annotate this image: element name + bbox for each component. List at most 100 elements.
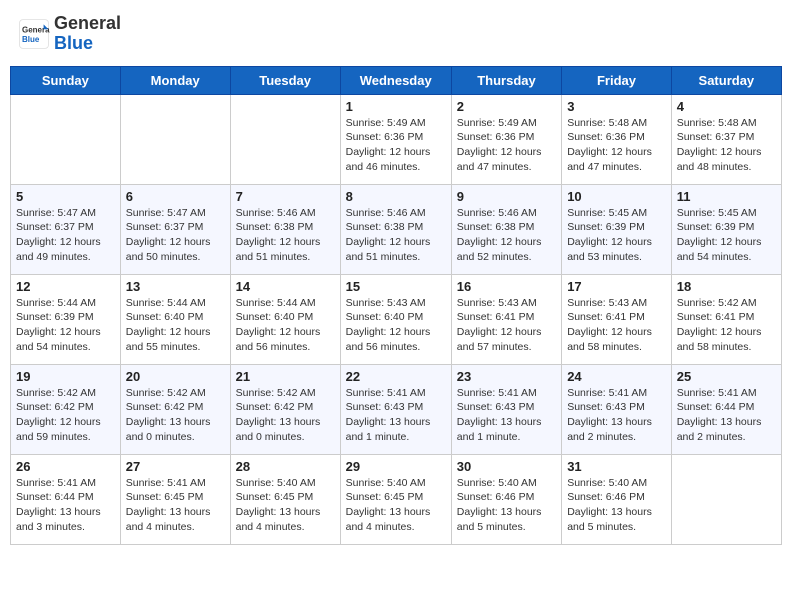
- day-number: 19: [16, 369, 115, 384]
- calendar-cell: 15 Sunrise: 5:43 AMSunset: 6:40 PMDayligh…: [340, 274, 451, 364]
- calendar-table: SundayMondayTuesdayWednesdayThursdayFrid…: [10, 66, 782, 545]
- week-row-1: 1 Sunrise: 5:49 AMSunset: 6:36 PMDaylight…: [11, 94, 782, 184]
- day-number: 4: [677, 99, 776, 114]
- header-row: SundayMondayTuesdayWednesdayThursdayFrid…: [11, 66, 782, 94]
- day-number: 20: [126, 369, 225, 384]
- day-info: Sunrise: 5:47 AMSunset: 6:37 PMDaylight:…: [126, 206, 225, 265]
- calendar-cell: 3 Sunrise: 5:48 AMSunset: 6:36 PMDaylight…: [562, 94, 672, 184]
- day-info: Sunrise: 5:48 AMSunset: 6:36 PMDaylight:…: [567, 116, 666, 175]
- day-number: 12: [16, 279, 115, 294]
- day-number: 31: [567, 459, 666, 474]
- calendar-cell: 25 Sunrise: 5:41 AMSunset: 6:44 PMDayligh…: [671, 364, 781, 454]
- svg-text:Blue: Blue: [22, 35, 40, 44]
- calendar-cell: 13Sunrise: 5:44 AMSunset: 6:40 PMDayligh…: [120, 274, 230, 364]
- day-number: 14: [236, 279, 335, 294]
- week-row-4: 19 Sunrise: 5:42 AMSunset: 6:42 PMDayligh…: [11, 364, 782, 454]
- day-number: 23: [457, 369, 556, 384]
- day-number: 8: [346, 189, 446, 204]
- day-number: 29: [346, 459, 446, 474]
- logo: General Blue General Blue: [18, 14, 121, 54]
- day-number: 17: [567, 279, 666, 294]
- calendar-cell: 4Sunrise: 5:48 AMSunset: 6:37 PMDaylight…: [671, 94, 781, 184]
- day-info: Sunrise: 5:46 AMSunset: 6:38 PMDaylight:…: [346, 206, 446, 265]
- calendar-cell: 10 Sunrise: 5:45 AMSunset: 6:39 PMDayligh…: [562, 184, 672, 274]
- day-number: 11: [677, 189, 776, 204]
- day-info: Sunrise: 5:41 AMSunset: 6:43 PMDaylight:…: [567, 386, 666, 445]
- day-info: Sunrise: 5:41 AMSunset: 6:43 PMDaylight:…: [346, 386, 446, 445]
- day-info: Sunrise: 5:44 AMSunset: 6:39 PMDaylight:…: [16, 296, 115, 355]
- day-info: Sunrise: 5:43 AMSunset: 6:41 PMDaylight:…: [457, 296, 556, 355]
- logo-text: General Blue: [54, 14, 121, 54]
- day-number: 16: [457, 279, 556, 294]
- day-info: Sunrise: 5:47 AMSunset: 6:37 PMDaylight:…: [16, 206, 115, 265]
- day-info: Sunrise: 5:49 AMSunset: 6:36 PMDaylight:…: [457, 116, 556, 175]
- day-info: Sunrise: 5:41 AMSunset: 6:45 PMDaylight:…: [126, 476, 225, 535]
- day-info: Sunrise: 5:40 AMSunset: 6:45 PMDaylight:…: [236, 476, 335, 535]
- day-info: Sunrise: 5:42 AMSunset: 6:42 PMDaylight:…: [16, 386, 115, 445]
- day-number: 24: [567, 369, 666, 384]
- day-header-monday: Monday: [120, 66, 230, 94]
- calendar-cell: 23 Sunrise: 5:41 AMSunset: 6:43 PMDayligh…: [451, 364, 561, 454]
- logo-icon: General Blue: [18, 18, 50, 50]
- day-number: 15: [346, 279, 446, 294]
- day-info: Sunrise: 5:46 AMSunset: 6:38 PMDaylight:…: [457, 206, 556, 265]
- calendar-cell: 6Sunrise: 5:47 AMSunset: 6:37 PMDaylight…: [120, 184, 230, 274]
- day-number: 28: [236, 459, 335, 474]
- day-number: 26: [16, 459, 115, 474]
- day-info: Sunrise: 5:43 AMSunset: 6:41 PMDaylight:…: [567, 296, 666, 355]
- calendar-cell: 17 Sunrise: 5:43 AMSunset: 6:41 PMDayligh…: [562, 274, 672, 364]
- day-info: Sunrise: 5:41 AMSunset: 6:44 PMDaylight:…: [677, 386, 776, 445]
- calendar-cell: 16 Sunrise: 5:43 AMSunset: 6:41 PMDayligh…: [451, 274, 561, 364]
- day-number: 27: [126, 459, 225, 474]
- day-number: 18: [677, 279, 776, 294]
- day-info: Sunrise: 5:45 AMSunset: 6:39 PMDaylight:…: [567, 206, 666, 265]
- day-info: Sunrise: 5:42 AMSunset: 6:42 PMDaylight:…: [236, 386, 335, 445]
- day-info: Sunrise: 5:40 AMSunset: 6:46 PMDaylight:…: [457, 476, 556, 535]
- page-header: General Blue General Blue: [10, 10, 782, 58]
- calendar-cell: 24 Sunrise: 5:41 AMSunset: 6:43 PMDayligh…: [562, 364, 672, 454]
- day-number: 2: [457, 99, 556, 114]
- calendar-cell: 9 Sunrise: 5:46 AMSunset: 6:38 PMDaylight…: [451, 184, 561, 274]
- calendar-cell: 7Sunrise: 5:46 AMSunset: 6:38 PMDaylight…: [230, 184, 340, 274]
- calendar-cell: [671, 454, 781, 544]
- day-info: Sunrise: 5:41 AMSunset: 6:44 PMDaylight:…: [16, 476, 115, 535]
- day-info: Sunrise: 5:40 AMSunset: 6:46 PMDaylight:…: [567, 476, 666, 535]
- calendar-cell: 20 Sunrise: 5:42 AMSunset: 6:42 PMDayligh…: [120, 364, 230, 454]
- day-number: 30: [457, 459, 556, 474]
- day-info: Sunrise: 5:49 AMSunset: 6:36 PMDaylight:…: [346, 116, 446, 175]
- day-info: Sunrise: 5:44 AMSunset: 6:40 PMDaylight:…: [236, 296, 335, 355]
- calendar-cell: 27 Sunrise: 5:41 AMSunset: 6:45 PMDayligh…: [120, 454, 230, 544]
- calendar-cell: 1 Sunrise: 5:49 AMSunset: 6:36 PMDaylight…: [340, 94, 451, 184]
- day-number: 22: [346, 369, 446, 384]
- calendar-cell: 14 Sunrise: 5:44 AMSunset: 6:40 PMDayligh…: [230, 274, 340, 364]
- calendar-cell: 30 Sunrise: 5:40 AMSunset: 6:46 PMDayligh…: [451, 454, 561, 544]
- day-header-friday: Friday: [562, 66, 672, 94]
- calendar-cell: 21Sunrise: 5:42 AMSunset: 6:42 PMDayligh…: [230, 364, 340, 454]
- calendar-cell: 29 Sunrise: 5:40 AMSunset: 6:45 PMDayligh…: [340, 454, 451, 544]
- calendar-cell: 22 Sunrise: 5:41 AMSunset: 6:43 PMDayligh…: [340, 364, 451, 454]
- day-info: Sunrise: 5:42 AMSunset: 6:42 PMDaylight:…: [126, 386, 225, 445]
- day-header-thursday: Thursday: [451, 66, 561, 94]
- day-info: Sunrise: 5:40 AMSunset: 6:45 PMDaylight:…: [346, 476, 446, 535]
- day-header-wednesday: Wednesday: [340, 66, 451, 94]
- calendar-cell: 28 Sunrise: 5:40 AMSunset: 6:45 PMDayligh…: [230, 454, 340, 544]
- day-info: Sunrise: 5:41 AMSunset: 6:43 PMDaylight:…: [457, 386, 556, 445]
- day-header-saturday: Saturday: [671, 66, 781, 94]
- day-info: Sunrise: 5:43 AMSunset: 6:40 PMDaylight:…: [346, 296, 446, 355]
- calendar-cell: [120, 94, 230, 184]
- calendar-cell: 19 Sunrise: 5:42 AMSunset: 6:42 PMDayligh…: [11, 364, 121, 454]
- calendar-cell: 5Sunrise: 5:47 AMSunset: 6:37 PMDaylight…: [11, 184, 121, 274]
- day-number: 9: [457, 189, 556, 204]
- day-info: Sunrise: 5:44 AMSunset: 6:40 PMDaylight:…: [126, 296, 225, 355]
- day-number: 25: [677, 369, 776, 384]
- day-number: 1: [346, 99, 446, 114]
- day-number: 3: [567, 99, 666, 114]
- calendar-cell: 12 Sunrise: 5:44 AMSunset: 6:39 PMDayligh…: [11, 274, 121, 364]
- calendar-cell: 8 Sunrise: 5:46 AMSunset: 6:38 PMDaylight…: [340, 184, 451, 274]
- day-number: 10: [567, 189, 666, 204]
- day-header-tuesday: Tuesday: [230, 66, 340, 94]
- calendar-cell: 31 Sunrise: 5:40 AMSunset: 6:46 PMDayligh…: [562, 454, 672, 544]
- week-row-2: 5Sunrise: 5:47 AMSunset: 6:37 PMDaylight…: [11, 184, 782, 274]
- calendar-cell: [230, 94, 340, 184]
- calendar-cell: [11, 94, 121, 184]
